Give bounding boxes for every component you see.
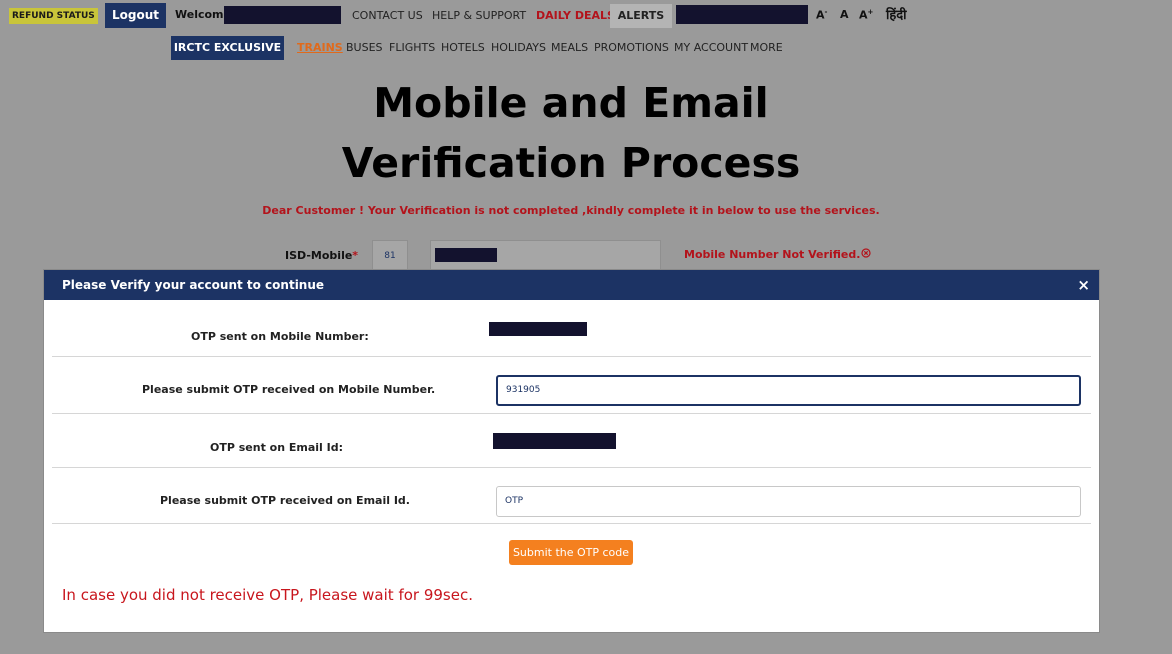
mobile-number-field[interactable] <box>430 240 661 272</box>
required-marker: * <box>352 249 359 262</box>
modal-title: Please Verify your account to continue <box>62 278 325 292</box>
isd-code-field[interactable]: 81 <box>372 240 408 272</box>
font-decrease-button[interactable]: A- <box>816 8 827 22</box>
top-bar: REFUND STATUS Logout Welcome CONTACT US … <box>0 0 1172 60</box>
font-increase-button[interactable]: A+ <box>859 8 873 22</box>
language-hindi-link[interactable]: हिंदी <box>886 5 907 23</box>
row-divider <box>52 356 1091 357</box>
verify-account-modal: Please Verify your account to continue ×… <box>43 269 1100 633</box>
otp-mobile-label: OTP sent on Mobile Number: <box>191 330 369 343</box>
font-decrease-label: A <box>816 8 825 22</box>
font-normal-button[interactable]: A <box>840 8 849 21</box>
logout-button[interactable]: Logout <box>105 3 166 28</box>
mobile-not-verified-status: Mobile Number Not Verified. <box>684 248 871 261</box>
font-increase-sign: + <box>867 8 874 16</box>
email-otp-input[interactable]: OTP <box>496 486 1081 517</box>
otp-wait-message: In case you did not receive OTP, Please … <box>62 586 473 604</box>
welcome-text: Welcome <box>175 8 231 21</box>
redacted-mobile-number <box>435 248 497 262</box>
isd-mobile-label-text: ISD-Mobile <box>285 249 353 262</box>
mobile-otp-input[interactable]: 931905 <box>496 375 1081 406</box>
row-divider <box>52 413 1091 414</box>
refund-status-button[interactable]: REFUND STATUS <box>9 8 98 24</box>
modal-header: Please Verify your account to continue × <box>44 270 1099 300</box>
nav-trains[interactable]: TRAINS <box>297 41 343 54</box>
daily-deals-link[interactable]: DAILY DEALS <box>536 9 615 22</box>
otp-email-label: OTP sent on Email Id: <box>210 441 344 454</box>
redacted-otp-mobile-number <box>489 322 587 336</box>
error-circle-icon <box>861 248 871 258</box>
page-title-line1: Mobile and Email <box>373 79 769 127</box>
submit-mobile-otp-label: Please submit OTP received on Mobile Num… <box>142 383 436 396</box>
nav-more[interactable]: MORE <box>750 41 783 54</box>
irctc-exclusive-button[interactable]: IRCTC EXCLUSIVE <box>171 36 284 60</box>
font-decrease-sign: - <box>824 8 828 16</box>
mobile-status-text: Mobile Number Not Verified. <box>684 248 861 261</box>
nav-promotions[interactable]: PROMOTIONS <box>594 41 669 54</box>
contact-us-link[interactable]: CONTACT US <box>352 9 423 22</box>
nav-buses[interactable]: BUSES <box>346 41 383 54</box>
isd-mobile-label: ISD-Mobile* <box>285 249 358 262</box>
row-divider <box>52 523 1091 524</box>
close-icon[interactable]: × <box>1077 276 1090 294</box>
alerts-button[interactable]: ALERTS <box>610 4 672 28</box>
page-title-line2: Verification Process <box>341 139 801 187</box>
nav-meals[interactable]: MEALS <box>551 41 588 54</box>
help-support-link[interactable]: HELP & SUPPORT <box>432 9 526 22</box>
font-increase-label: A <box>859 8 868 22</box>
nav-my-account[interactable]: MY ACCOUNT <box>674 41 748 54</box>
row-divider <box>52 467 1091 468</box>
redacted-otp-email <box>493 433 616 449</box>
submit-otp-button[interactable]: Submit the OTP code <box>509 540 633 565</box>
submit-email-otp-label: Please submit OTP received on Email Id. <box>160 494 410 507</box>
redacted-account-info <box>676 5 808 24</box>
nav-flights[interactable]: FLIGHTS <box>389 41 435 54</box>
verification-warning: Dear Customer ! Your Verification is not… <box>262 204 880 217</box>
nav-hotels[interactable]: HOTELS <box>441 41 485 54</box>
nav-holidays[interactable]: HOLIDAYS <box>491 41 546 54</box>
redacted-username <box>224 6 341 24</box>
